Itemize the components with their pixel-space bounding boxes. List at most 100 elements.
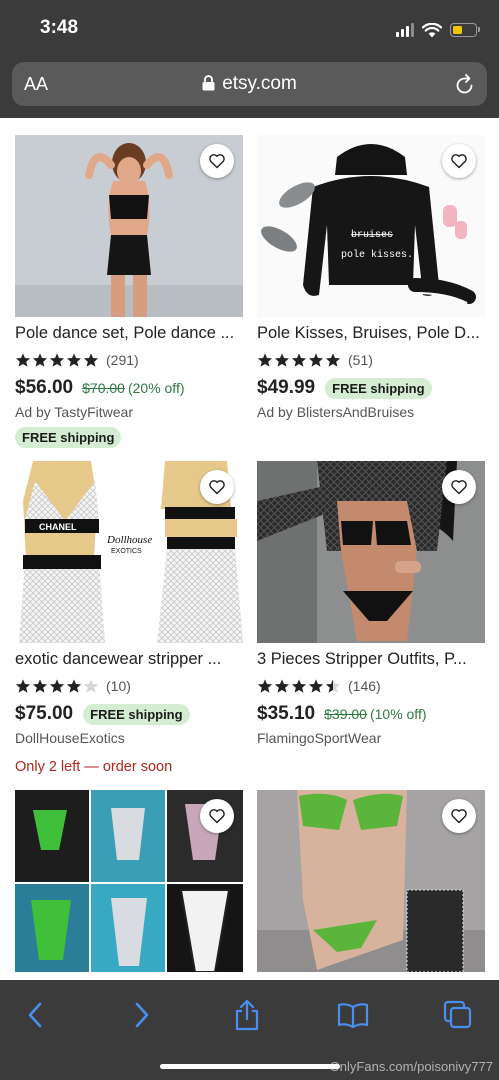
product-image[interactable] — [257, 461, 485, 643]
product-image[interactable] — [15, 135, 243, 317]
review-count: (291) — [106, 352, 139, 368]
rating: (10) — [15, 676, 243, 696]
star-icon — [66, 679, 82, 693]
heart-icon — [209, 809, 225, 824]
shop-name: FlamingoSportWear — [257, 730, 382, 746]
rating: (51) — [257, 350, 485, 370]
rating: (146) — [257, 676, 485, 696]
product-title[interactable]: Pole dance set, Pole dance ... — [15, 324, 243, 346]
lock-icon — [202, 75, 215, 91]
star-icon — [49, 353, 65, 367]
price: $56.00 — [15, 377, 74, 398]
tabs-icon — [443, 1000, 472, 1029]
star-icon — [308, 679, 324, 693]
product-card[interactable]: bruises pole kisses. Pole Kisses, Bruise… — [257, 135, 485, 423]
product-card[interactable]: CHANEL Dollhouse EXOTICS exotic dancewea… — [15, 461, 243, 775]
star-rating — [257, 352, 341, 368]
star-icon — [291, 679, 307, 693]
watermark: OnlyFans.com/poisonivy777 — [329, 1059, 493, 1074]
price-row: $56.00 $70.00 (20% off) — [15, 376, 243, 400]
product-image[interactable] — [257, 790, 485, 972]
wifi-icon — [422, 22, 442, 37]
price: $35.10 — [257, 703, 316, 724]
home-indicator[interactable] — [160, 1064, 340, 1069]
address-field[interactable]: etsy.com — [12, 73, 487, 95]
product-image[interactable]: CHANEL Dollhouse EXOTICS — [15, 461, 243, 643]
star-icon — [291, 353, 307, 367]
star-icon — [325, 353, 341, 367]
discount: (10% off) — [369, 706, 427, 722]
product-image[interactable]: bruises pole kisses. — [257, 135, 485, 317]
image-logo-bottom: EXOTICS — [111, 548, 142, 555]
star-icon — [257, 353, 273, 367]
product-title[interactable]: exotic dancewear stripper ... — [15, 650, 243, 672]
favorite-button[interactable] — [442, 144, 476, 178]
share-icon — [235, 999, 259, 1031]
stock-urgency: Only 2 left — order soon — [15, 759, 173, 775]
tabs-button[interactable] — [438, 998, 478, 1032]
price-row: $75.00 FREE shipping — [15, 702, 243, 726]
product-card[interactable]: 3 Pieces Stripper Outfits, P... (146) $3… — [257, 461, 485, 749]
rating: (291) — [15, 350, 243, 370]
browser-top-chrome: 3:48 AA etsy.com — [0, 0, 499, 118]
share-button[interactable] — [227, 998, 267, 1032]
favorite-button[interactable] — [442, 799, 476, 833]
forward-button[interactable] — [122, 998, 162, 1032]
price: $75.00 — [15, 703, 74, 724]
review-count: (10) — [106, 678, 131, 694]
star-icon — [274, 353, 290, 367]
shop-name: Ad by BlistersAndBruises — [257, 404, 415, 420]
product-grid: Pole dance set, Pole dance ... (291) $56… — [0, 118, 499, 980]
reload-button[interactable] — [455, 73, 475, 100]
status-icons — [396, 20, 480, 40]
back-icon — [28, 1002, 42, 1028]
price-row: $35.10 $39.00 (10% off) — [257, 702, 485, 726]
shop-name: Ad by TastyFitwear — [15, 404, 134, 420]
bookmarks-button[interactable] — [333, 998, 373, 1032]
free-shipping-badge: FREE shipping — [15, 427, 122, 448]
url-bar[interactable]: AA etsy.com — [12, 62, 487, 106]
product-card[interactable] — [15, 790, 243, 972]
product-card[interactable]: Pole dance set, Pole dance ... (291) $56… — [15, 135, 243, 448]
heart-icon — [451, 809, 467, 824]
free-shipping-badge: FREE shipping — [83, 703, 190, 725]
review-count: (51) — [348, 352, 373, 368]
star-rating — [15, 352, 99, 368]
favorite-button[interactable] — [442, 470, 476, 504]
discount: (20% off) — [127, 380, 185, 396]
star-icon — [15, 679, 31, 693]
original-price: $39.00 — [324, 706, 367, 722]
review-count: (146) — [348, 678, 381, 694]
shop-name: DollHouseExotics — [15, 730, 125, 746]
favorite-button[interactable] — [200, 470, 234, 504]
star-icon — [66, 353, 82, 367]
star-rating — [257, 678, 341, 694]
status-time: 3:48 — [40, 17, 79, 38]
product-card[interactable] — [257, 790, 485, 972]
star-icon — [32, 679, 48, 693]
product-title[interactable]: Pole Kisses, Bruises, Pole D... — [257, 324, 485, 346]
price-row: $49.99 FREE shipping — [257, 376, 485, 400]
image-text-strike: bruises — [351, 229, 393, 241]
bookmarks-icon — [337, 1003, 369, 1028]
heart-icon — [209, 480, 225, 495]
star-icon — [83, 679, 99, 693]
url-domain: etsy.com — [222, 73, 297, 94]
favorite-button[interactable] — [200, 799, 234, 833]
reload-icon — [456, 74, 473, 94]
product-image[interactable] — [15, 790, 243, 972]
image-text-brand: CHANEL — [39, 522, 77, 532]
favorite-button[interactable] — [200, 144, 234, 178]
star-icon — [83, 353, 99, 367]
cellular-signal-icon — [396, 23, 414, 37]
heart-icon — [451, 154, 467, 169]
star-rating — [15, 678, 99, 694]
star-icon — [274, 679, 290, 693]
heart-icon — [209, 154, 225, 169]
star-icon — [49, 679, 65, 693]
free-shipping-badge: FREE shipping — [325, 377, 432, 399]
product-title[interactable]: 3 Pieces Stripper Outfits, P... — [257, 650, 485, 672]
star-icon — [325, 679, 341, 693]
battery-icon — [450, 23, 480, 37]
back-button[interactable] — [15, 998, 55, 1032]
